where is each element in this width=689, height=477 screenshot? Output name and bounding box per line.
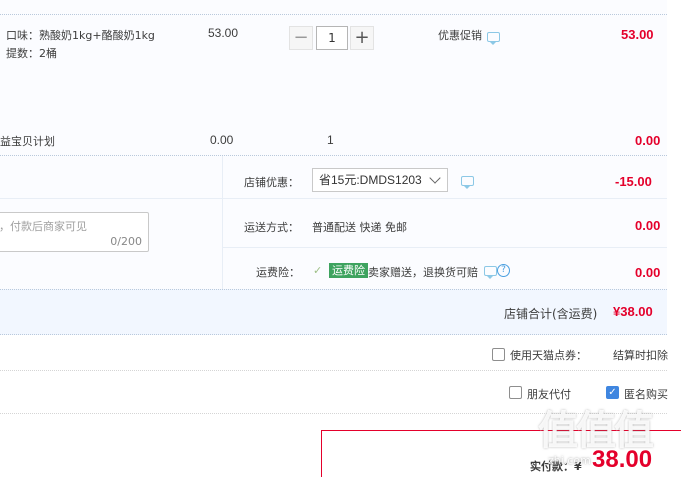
shipping-label: 运送方式：	[244, 221, 299, 234]
seller-message-textarea[interactable]: ，付款后商家可见 0/200	[0, 212, 149, 252]
promo-chat-icon[interactable]	[487, 32, 500, 45]
shop-total-amount: ¥38.00	[613, 304, 653, 319]
divider	[0, 14, 667, 15]
insurance-checkbox[interactable]: ✓	[313, 265, 325, 277]
shop-coupon-select[interactable]: 省15元:DMDS1203	[312, 168, 448, 192]
divider	[0, 198, 667, 199]
item-attr-count: 提数：2桶	[6, 47, 57, 60]
insurance-chat-icon[interactable]	[484, 266, 497, 279]
quantity-decrease-button[interactable]: −	[289, 26, 313, 50]
divider	[0, 370, 667, 371]
shipping-method: 普通配送 快递 免邮	[312, 221, 407, 234]
promo-label[interactable]: 优惠促销	[438, 27, 482, 43]
tmall-points-note: 结算时扣除	[613, 349, 668, 362]
insurance-badge: 运费险	[329, 263, 368, 278]
shipping-amount: 0.00	[635, 218, 661, 233]
watermark-url: zhi.com	[548, 454, 591, 467]
item-subtotal: 53.00	[621, 27, 654, 42]
friend-pay-checkbox[interactable]	[509, 386, 522, 399]
insurance-label: 运费险：	[256, 266, 300, 279]
shop-coupon-selected-value: 省15元:DMDS1203	[319, 173, 422, 187]
shop-discount-amount: -15.00	[615, 174, 652, 189]
divider	[0, 155, 667, 156]
seller-message-placeholder: ，付款后商家可见	[0, 220, 87, 233]
seller-message-counter: 0/200	[110, 235, 142, 248]
quantity-increase-button[interactable]: +	[350, 26, 374, 50]
divider	[222, 247, 667, 248]
coupon-chat-icon[interactable]	[461, 176, 474, 189]
tmall-points-label: 使用天猫点券：	[510, 349, 587, 362]
item-attr-flavor: 口味：熟酸奶1kg+酪酸奶1kg	[6, 29, 155, 42]
charity-plan-label: 益宝贝计划	[0, 135, 55, 148]
charity-price: 0.00	[210, 133, 234, 147]
watermark-logo: 值值值	[538, 408, 654, 454]
insurance-description: 卖家赠送，退换货可赔	[368, 266, 478, 279]
quantity-input[interactable]: 1	[316, 26, 348, 50]
charity-subtotal: 0.00	[635, 133, 661, 148]
chevron-down-icon	[429, 172, 441, 184]
insurance-amount: 0.00	[635, 265, 661, 280]
charity-quantity: 1	[327, 133, 334, 147]
tmall-points-checkbox[interactable]	[492, 348, 505, 361]
item-unit-price: 53.00	[208, 26, 239, 40]
shop-total-label: 店铺合计(含运费)	[504, 307, 598, 321]
shop-discount-label: 店铺优惠：	[244, 176, 299, 189]
divider	[222, 156, 223, 289]
help-icon[interactable]: ?	[497, 264, 510, 277]
